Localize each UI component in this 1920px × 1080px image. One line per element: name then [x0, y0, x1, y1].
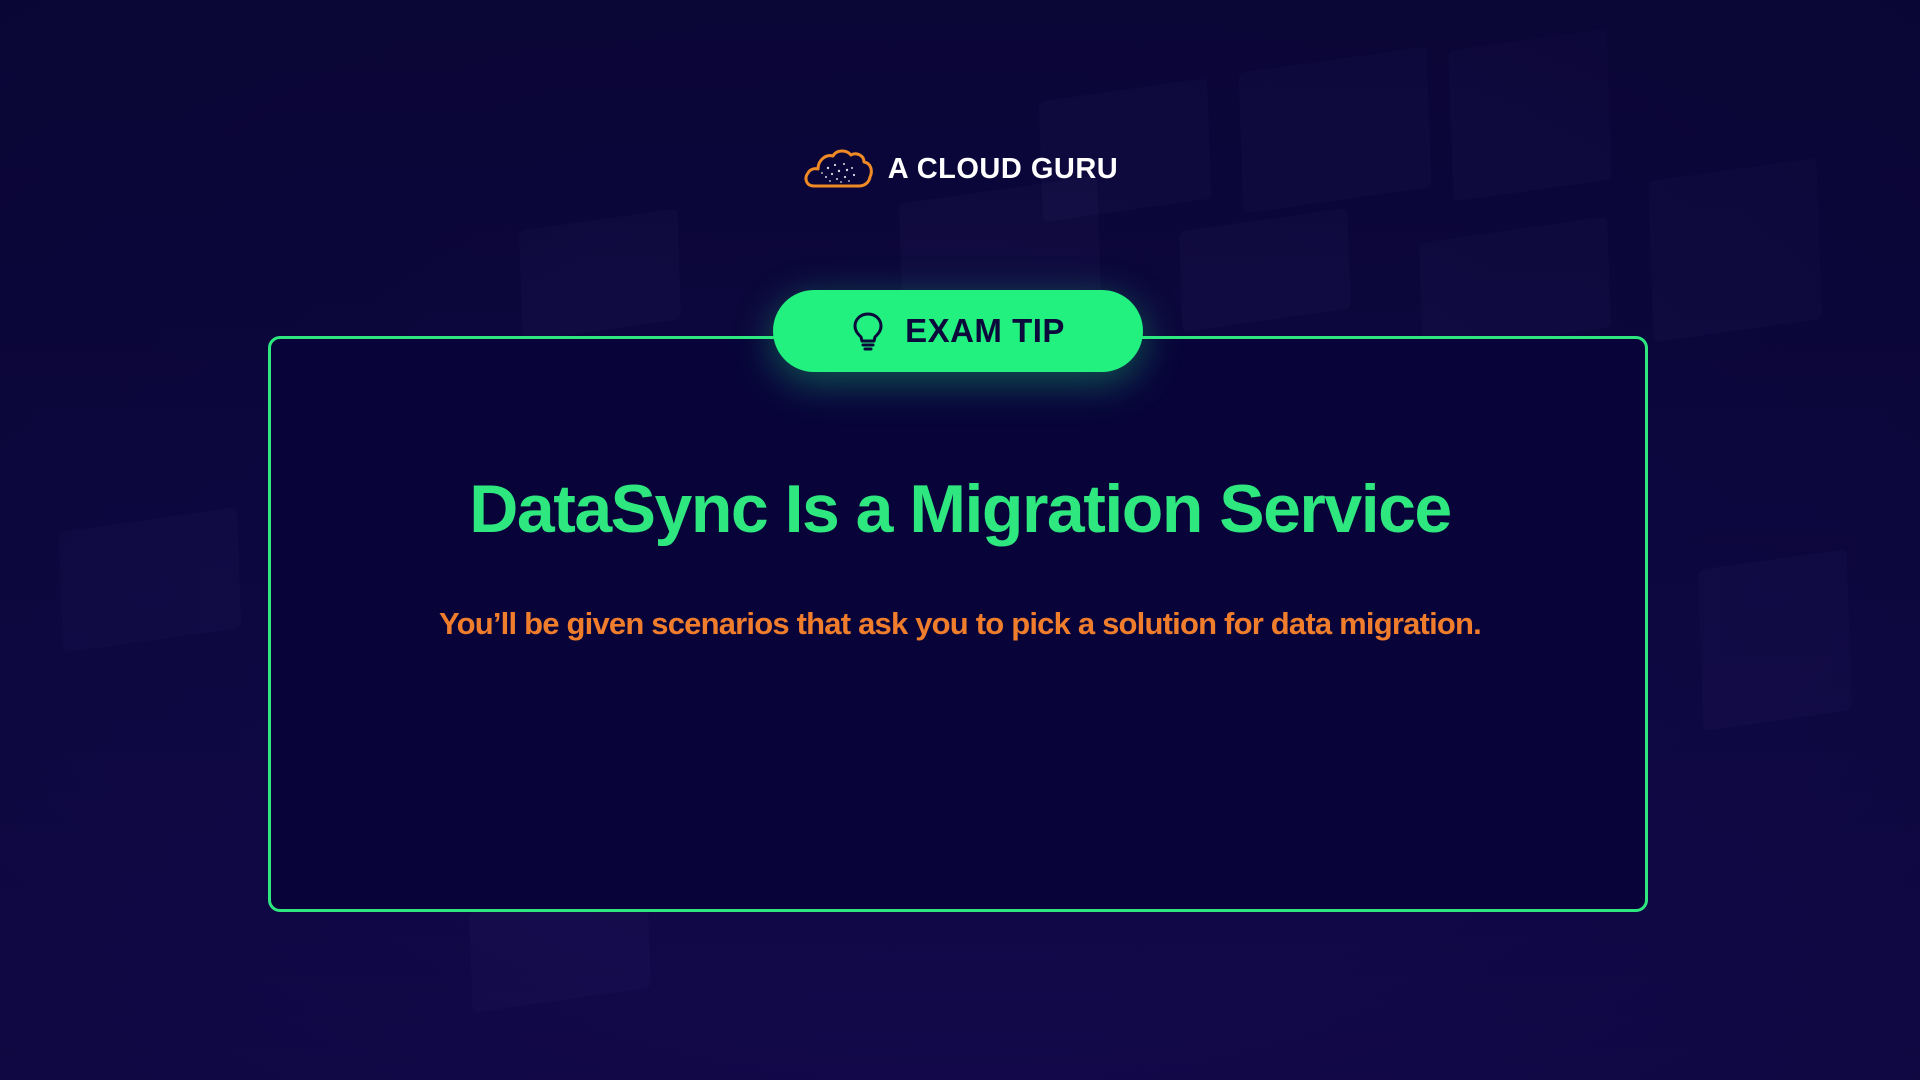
exam-tip-label: EXAM TIP — [905, 312, 1065, 349]
tip-body-text: You’ll be given scenarios that ask you t… — [439, 606, 1482, 641]
cloud-icon — [804, 149, 873, 188]
brand-header: A CLOUD GURU — [0, 146, 1920, 192]
tip-title: DataSync Is a Migration Service — [469, 471, 1452, 547]
exam-tip-badge: EXAM TIP — [773, 290, 1143, 372]
lightbulb-icon — [853, 312, 883, 351]
brand-name: A CLOUD GURU — [887, 152, 1119, 185]
